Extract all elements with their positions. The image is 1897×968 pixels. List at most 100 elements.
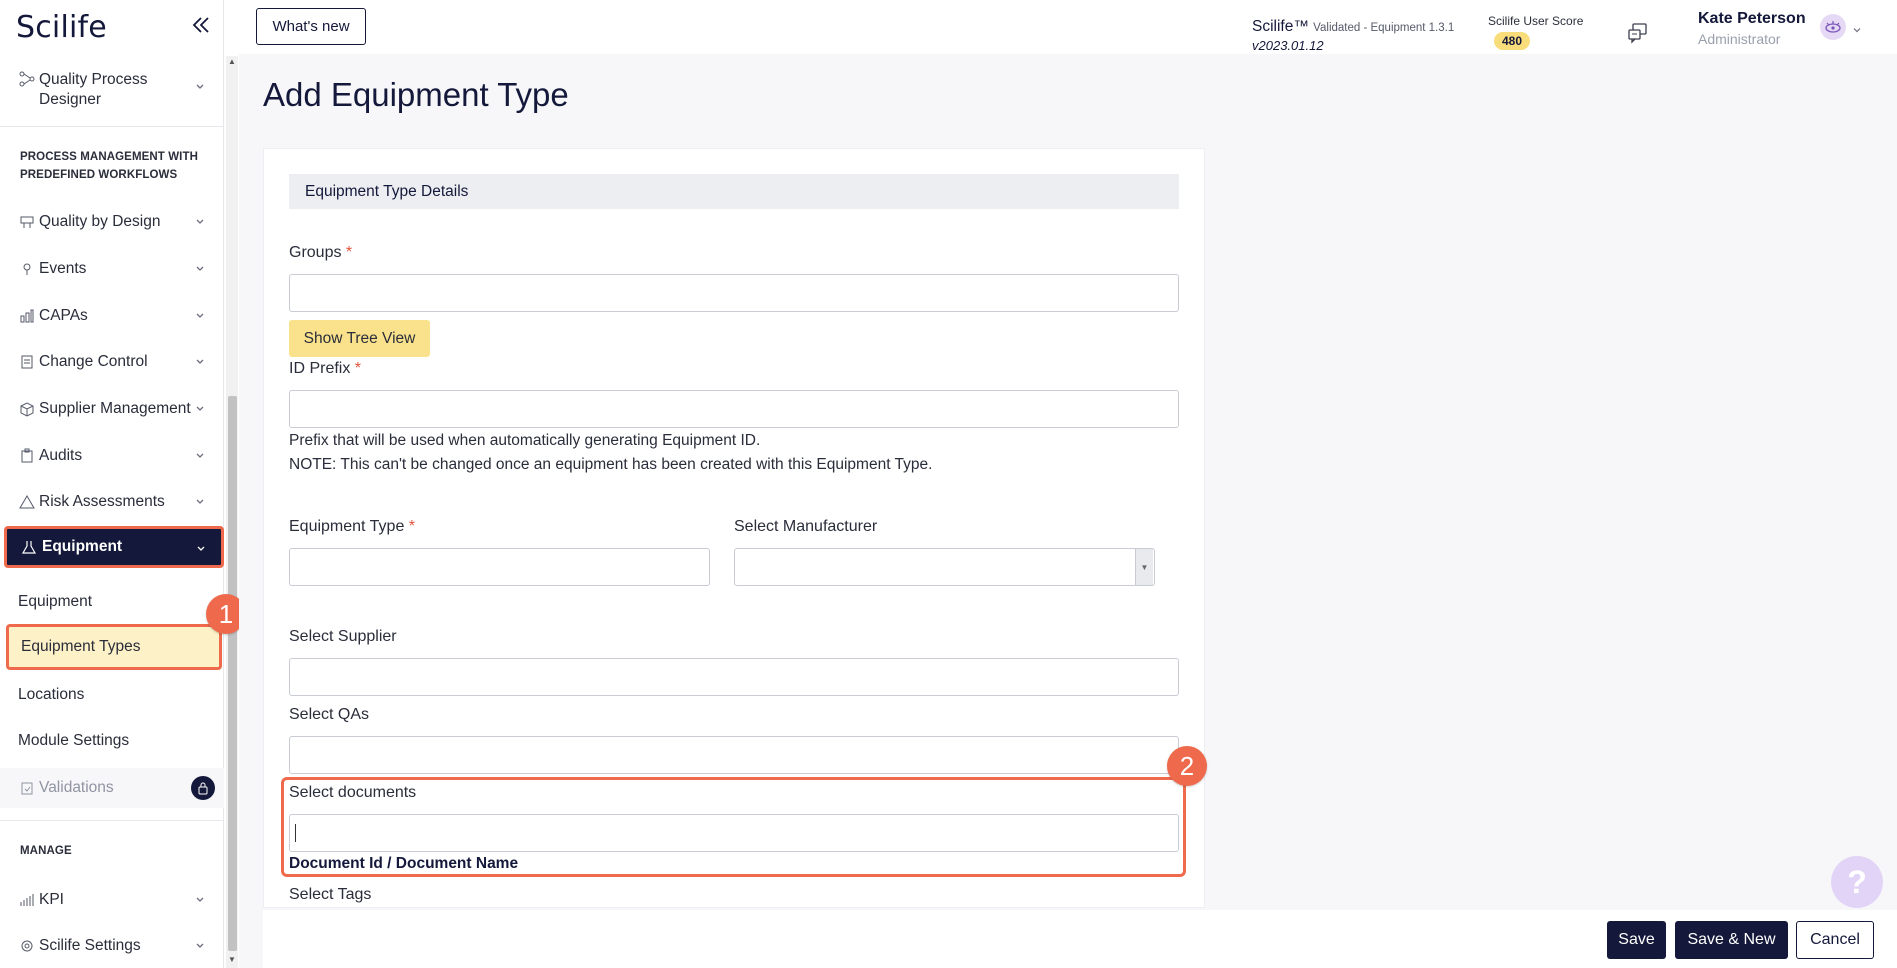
text-caret <box>295 824 296 842</box>
sidebar-item-label: Equipment <box>42 538 123 555</box>
lock-icon <box>191 776 215 800</box>
sidebar-item-equipment[interactable]: Equipment <box>4 526 224 568</box>
save-button[interactable]: Save <box>1607 921 1666 959</box>
sidebar-subitem-locations[interactable]: Locations <box>0 674 224 716</box>
chevron-down-icon <box>194 354 206 366</box>
sidebar-item-label: Quality Process Designer <box>39 71 148 108</box>
equipment-type-label: Equipment Type * <box>289 518 416 535</box>
sidebar-item-quality-by-design[interactable]: Quality by Design <box>0 202 224 242</box>
chevron-down-icon <box>194 261 206 273</box>
user-name[interactable]: Kate Peterson <box>1698 10 1806 28</box>
required-mark: * <box>408 518 416 535</box>
sidebar-item-quality-process-designer[interactable]: Quality Process Designer <box>0 62 224 114</box>
score-label: Scilife User Score <box>1488 14 1584 28</box>
sidebar-item-label: Supplier Management <box>39 400 191 417</box>
dropdown-arrow-icon[interactable]: ▼ <box>1135 549 1153 585</box>
sidebar-item-risk-assessments[interactable]: Risk Assessments <box>0 482 224 522</box>
documents-label: Select documents <box>289 784 417 801</box>
chevron-down-icon <box>194 938 206 950</box>
kpi-chart-icon <box>18 891 36 909</box>
validation-clipboard-icon <box>18 779 36 797</box>
scilife-logo[interactable]: Scilife <box>16 10 107 45</box>
version-detail: Validated - Equipment 1.3.1 <box>1313 22 1455 34</box>
settings-gear-icon <box>18 937 36 955</box>
sidebar-subitem-equipment-types[interactable]: Equipment Types <box>6 624 222 670</box>
chevron-down-icon <box>194 78 206 90</box>
sidebar-item-label: Audits <box>39 447 83 464</box>
sidebar-nav: Quality Process Designer PROCESS MANAGEM… <box>0 56 224 968</box>
avatar[interactable] <box>1820 14 1846 40</box>
sidebar-subitem-module-settings[interactable]: Module Settings <box>0 720 224 762</box>
collapse-sidebar-icon[interactable] <box>190 14 216 38</box>
capa-icon <box>18 307 36 325</box>
groups-input[interactable] <box>289 274 1179 312</box>
audit-clipboard-icon <box>18 447 36 465</box>
sidebar-item-audits[interactable]: Audits <box>0 436 224 476</box>
manufacturer-label: Select Manufacturer <box>734 518 878 535</box>
sidebar-item-supplier-management[interactable]: Supplier Management <box>0 389 224 429</box>
sidebar-item-label: Module Settings <box>18 732 130 749</box>
warning-triangle-icon <box>18 493 36 511</box>
sidebar-divider <box>0 820 224 821</box>
sidebar-item-capas[interactable]: CAPAs <box>0 296 224 336</box>
required-mark: * <box>354 360 362 377</box>
help-line: NOTE: This can't be changed once an equi… <box>289 456 933 473</box>
sidebar-item-label: Locations <box>18 686 85 703</box>
sidebar-item-kpi[interactable]: KPI <box>0 880 224 920</box>
chevron-down-icon <box>194 892 206 904</box>
design-icon <box>18 213 36 231</box>
whats-new-button[interactable]: What's new <box>256 8 366 45</box>
sidebar-item-events[interactable]: Events <box>0 249 224 289</box>
section-header: Equipment Type Details <box>289 174 1179 209</box>
sidebar-item-label: Scilife Settings <box>39 937 141 954</box>
version-info: Scilife™ Validated - Equipment 1.3.1 v20… <box>1252 18 1454 53</box>
chevron-down-icon <box>194 308 206 320</box>
sidebar-item-change-control[interactable]: Change Control <box>0 342 224 382</box>
tags-label: Select Tags <box>289 886 372 903</box>
step-callout-2: 2 <box>1167 746 1207 786</box>
chat-icon[interactable] <box>1627 22 1651 44</box>
page-title: Add Equipment Type <box>263 76 569 113</box>
supplier-label: Select Supplier <box>289 628 397 645</box>
sidebar-item-label: Validations <box>39 779 114 796</box>
location-pin-icon <box>18 260 36 278</box>
supplier-box-icon <box>18 400 36 418</box>
qas-input[interactable] <box>289 736 1179 774</box>
sidebar-item-label: Risk Assessments <box>39 493 165 510</box>
sidebar-divider <box>0 126 224 127</box>
chevron-down-icon <box>194 401 206 413</box>
help-icon[interactable]: ? <box>1831 856 1883 908</box>
sidebar-item-label: Change Control <box>39 353 148 370</box>
help-line: Prefix that will be used when automatica… <box>289 432 761 449</box>
sidebar-item-scilife-settings[interactable]: Scilife Settings <box>0 926 224 966</box>
documents-input[interactable] <box>289 814 1179 852</box>
user-score: Scilife User Score 480 <box>1488 14 1583 50</box>
supplier-input[interactable] <box>289 658 1179 696</box>
sidebar-subitem-equipment[interactable]: Equipment <box>0 581 224 623</box>
scroll-down-icon[interactable]: ▼ <box>226 954 238 966</box>
workflow-icon <box>18 70 36 88</box>
cancel-button[interactable]: Cancel <box>1796 921 1874 959</box>
id-prefix-input[interactable] <box>289 390 1179 428</box>
chevron-down-icon <box>194 494 206 506</box>
qas-label: Select QAs <box>289 706 370 723</box>
save-and-new-button[interactable]: Save & New <box>1675 921 1788 959</box>
equipment-type-input[interactable] <box>289 548 710 586</box>
sidebar-scrollbar-thumb[interactable] <box>228 396 237 951</box>
id-prefix-label: ID Prefix * <box>289 360 362 377</box>
sidebar-item-label: Events <box>39 260 87 277</box>
sidebar-item-label: Quality by Design <box>39 213 161 230</box>
scroll-up-icon[interactable]: ▲ <box>226 56 238 68</box>
manufacturer-select[interactable] <box>734 548 1155 586</box>
score-badge: 480 <box>1494 32 1531 50</box>
documents-hint: Document Id / Document Name <box>289 855 519 872</box>
show-tree-view-button[interactable]: Show Tree View <box>289 320 430 357</box>
user-role: Administrator <box>1698 31 1781 47</box>
chevron-down-icon <box>195 541 207 553</box>
version-title: Scilife™ <box>1252 18 1309 35</box>
groups-label: Groups * <box>289 244 353 261</box>
chevron-down-icon <box>194 214 206 226</box>
chevron-down-icon[interactable] <box>1852 22 1862 33</box>
sidebar-item-label: Equipment Types <box>21 638 141 655</box>
required-mark: * <box>345 244 353 261</box>
